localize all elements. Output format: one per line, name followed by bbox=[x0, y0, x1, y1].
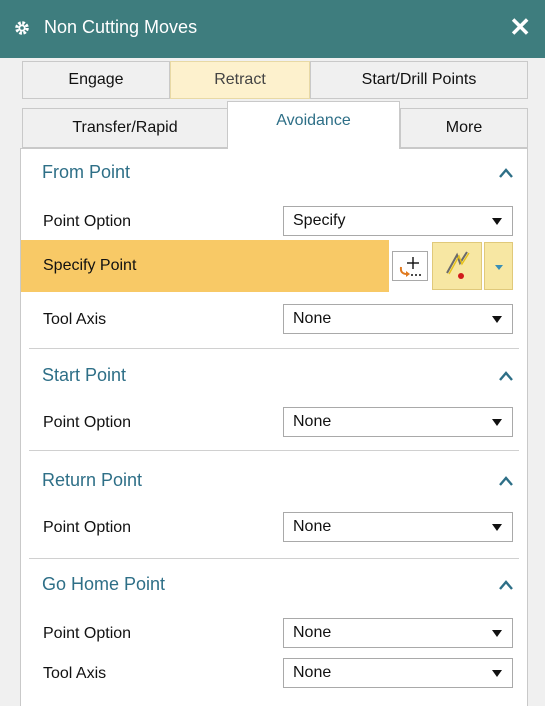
tab-label: Engage bbox=[68, 71, 124, 88]
tab-engage[interactable]: Engage bbox=[22, 61, 170, 99]
section-title-go-home-point[interactable]: Go Home Point bbox=[42, 574, 165, 595]
tab-more[interactable]: More bbox=[400, 108, 528, 148]
select-value: None bbox=[293, 664, 332, 681]
from-tool-axis-select[interactable]: None bbox=[283, 304, 513, 334]
window-title: Non Cutting Moves bbox=[44, 17, 198, 37]
select-value: Specify bbox=[293, 212, 346, 229]
from-point-option-select[interactable]: Specify bbox=[283, 206, 513, 236]
go-home-point-option-select[interactable]: None bbox=[283, 618, 513, 648]
return-point-option-select[interactable]: None bbox=[283, 512, 513, 542]
chevron-down-icon bbox=[495, 265, 503, 270]
select-value: None bbox=[293, 624, 332, 641]
section-divider bbox=[29, 450, 519, 451]
point-option-label: Point Option bbox=[43, 414, 132, 431]
tab-retract[interactable]: Retract bbox=[170, 61, 310, 99]
tab-avoidance[interactable]: Avoidance bbox=[227, 101, 400, 149]
tab-label: More bbox=[445, 119, 483, 136]
dropdown-caret-icon bbox=[492, 524, 502, 531]
tab-transfer-rapid[interactable]: Transfer/Rapid bbox=[22, 108, 228, 148]
tab-label: Transfer/Rapid bbox=[72, 119, 178, 136]
dropdown-caret-icon bbox=[492, 419, 502, 426]
point-option-label: Point Option bbox=[43, 213, 132, 230]
select-value: None bbox=[293, 310, 332, 327]
tool-axis-label: Tool Axis bbox=[43, 311, 107, 328]
point-dialog-icon[interactable] bbox=[392, 251, 428, 281]
tab-label: Retract bbox=[214, 71, 266, 88]
start-point-option-select[interactable]: None bbox=[283, 407, 513, 437]
dropdown-caret-icon bbox=[492, 630, 502, 637]
title-bar: Non Cutting Moves ✕ bbox=[0, 0, 545, 58]
section-title-return-point[interactable]: Return Point bbox=[42, 470, 142, 491]
close-icon[interactable]: ✕ bbox=[509, 14, 531, 40]
tab-label: Start/Drill Points bbox=[361, 71, 477, 88]
chevron-up-icon[interactable] bbox=[498, 167, 514, 179]
section-title-from-point[interactable]: From Point bbox=[42, 162, 130, 183]
tab-start-drill-points[interactable]: Start/Drill Points bbox=[310, 61, 528, 99]
section-divider bbox=[29, 348, 519, 349]
select-value: None bbox=[293, 413, 332, 430]
point-option-label: Point Option bbox=[43, 519, 132, 536]
tab-label: Avoidance bbox=[276, 111, 351, 129]
dropdown-caret-icon bbox=[492, 670, 502, 677]
point-option-label: Point Option bbox=[43, 625, 132, 642]
chevron-up-icon[interactable] bbox=[498, 475, 514, 487]
section-title-start-point[interactable]: Start Point bbox=[42, 365, 126, 386]
tool-axis-label: Tool Axis bbox=[43, 665, 107, 682]
inferred-point-icon[interactable] bbox=[432, 242, 482, 290]
point-type-dropdown-button[interactable] bbox=[484, 242, 513, 290]
specify-point-label: Specify Point bbox=[43, 257, 137, 274]
chevron-up-icon[interactable] bbox=[498, 579, 514, 591]
gear-icon bbox=[15, 21, 29, 35]
dropdown-caret-icon bbox=[492, 218, 502, 225]
avoidance-panel: From Point Point Option Specify Specify … bbox=[20, 148, 528, 706]
go-home-tool-axis-select[interactable]: None bbox=[283, 658, 513, 688]
dropdown-caret-icon bbox=[492, 316, 502, 323]
chevron-up-icon[interactable] bbox=[498, 370, 514, 382]
select-value: None bbox=[293, 518, 332, 535]
section-divider bbox=[29, 558, 519, 559]
